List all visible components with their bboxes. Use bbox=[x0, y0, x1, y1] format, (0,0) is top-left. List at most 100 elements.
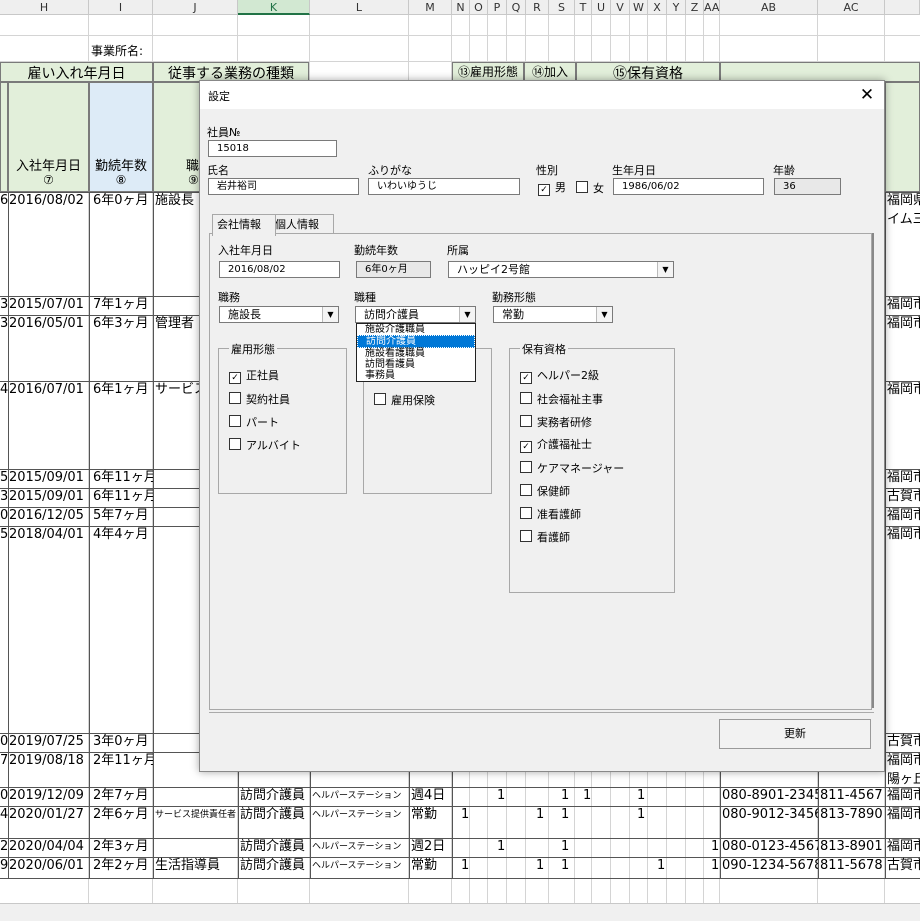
table-cell[interactable]: 古賀市 bbox=[887, 732, 920, 752]
chevron-down-icon[interactable]: ▼ bbox=[322, 307, 338, 322]
flag-cell[interactable]: 1 bbox=[711, 856, 719, 876]
dropdown-option[interactable]: 施設介護職員 bbox=[357, 324, 475, 335]
table-cell[interactable]: 週2日 bbox=[411, 837, 451, 857]
dialog-titlebar[interactable]: 設定 ✕ bbox=[200, 81, 884, 109]
table-cell[interactable]: 4 bbox=[0, 380, 8, 400]
flag-cell[interactable]: 1 bbox=[561, 856, 569, 876]
table-cell[interactable]: 4 bbox=[0, 805, 8, 825]
table-cell[interactable]: 2019/08/18 bbox=[9, 751, 89, 771]
flag-cell[interactable]: 1 bbox=[461, 805, 469, 825]
flag-cell[interactable]: 1 bbox=[711, 837, 719, 857]
table-cell[interactable]: 福岡市 bbox=[887, 380, 920, 400]
table-cell[interactable]: 2年3ヶ月 bbox=[93, 837, 153, 857]
table-cell[interactable]: 9 bbox=[0, 856, 8, 876]
flag-cell[interactable]: 1 bbox=[637, 786, 645, 806]
table-cell[interactable]: 6年11ヶ月 bbox=[93, 468, 153, 488]
table-cell[interactable]: 訪問介護員 bbox=[240, 856, 310, 876]
table-cell[interactable]: 080-8901-2345 bbox=[722, 786, 818, 806]
column-header[interactable]: U bbox=[592, 0, 611, 15]
table-cell[interactable]: 5 bbox=[0, 525, 8, 545]
dropdown-option[interactable]: 施設看護職員 bbox=[357, 348, 475, 359]
flag-cell[interactable]: 1 bbox=[497, 786, 505, 806]
table-cell[interactable]: サービス提供責任者 bbox=[155, 805, 237, 825]
table-cell[interactable]: 2年2ヶ月 bbox=[93, 856, 153, 876]
chevron-down-icon[interactable]: ▼ bbox=[657, 262, 673, 277]
table-cell[interactable]: 2015/09/01 bbox=[9, 468, 89, 488]
flag-cell[interactable]: 1 bbox=[536, 805, 544, 825]
column-header[interactable]: T bbox=[575, 0, 592, 15]
jobtype-dropdown-list[interactable]: 施設介護職員 訪問介護員 施設看護職員 訪問看護員 事務員 bbox=[356, 323, 476, 382]
table-cell[interactable]: 090-1234-5678 bbox=[722, 856, 818, 876]
column-header[interactable]: L bbox=[310, 0, 409, 15]
table-row[interactable]: 0 2019/12/09 2年7ヶ月 訪問介護員 ヘルパーステーション 週4日 080-89… bbox=[0, 787, 920, 806]
dropdown-option[interactable]: 事務員 bbox=[357, 370, 475, 381]
column-header[interactable]: I bbox=[89, 0, 153, 15]
table-cell[interactable]: 6年11ヶ月 bbox=[93, 487, 153, 507]
column-header[interactable]: AB bbox=[720, 0, 818, 15]
column-header[interactable]: Y bbox=[667, 0, 686, 15]
qualification-option-checkbox[interactable]: ✓ 介護福祉士 bbox=[520, 438, 592, 453]
table-cell[interactable]: 2016/05/01 bbox=[9, 314, 89, 334]
flag-cell[interactable]: 1 bbox=[583, 786, 591, 806]
table-cell[interactable]: 生活指導員 bbox=[155, 856, 237, 876]
table-cell[interactable]: 常勤 bbox=[411, 856, 451, 876]
table-cell[interactable]: 2020/06/01 bbox=[9, 856, 89, 876]
table-row[interactable]: 2 2020/04/04 2年3ヶ月 訪問介護員 ヘルパーステーション 週2日 080-01… bbox=[0, 838, 920, 857]
table-cell[interactable]: 2019/12/09 bbox=[9, 786, 89, 806]
role-combo[interactable]: 施設長 ▼ bbox=[219, 306, 339, 323]
column-header[interactable]: J bbox=[153, 0, 238, 15]
table-cell[interactable]: 2016/08/02 bbox=[9, 191, 89, 211]
column-header[interactable]: X bbox=[648, 0, 667, 15]
table-cell[interactable]: 福岡市 bbox=[887, 506, 920, 526]
table-cell[interactable]: 2020/01/27 bbox=[9, 805, 89, 825]
qualification-option-checkbox[interactable]: ケアマネージャー bbox=[520, 461, 624, 475]
worktype-combo[interactable]: 常勤 ▼ bbox=[493, 306, 613, 323]
qualification-option-checkbox[interactable]: 社会福祉主事 bbox=[520, 392, 603, 406]
flag-cell[interactable]: 1 bbox=[497, 837, 505, 857]
table-cell[interactable]: 7 bbox=[0, 751, 8, 771]
table-cell[interactable]: 2020/04/04 bbox=[9, 837, 89, 857]
table-cell[interactable]: 6 bbox=[0, 191, 8, 211]
table-cell[interactable]: 5年7ヶ月 bbox=[93, 506, 153, 526]
birth-field[interactable]: 1986/06/02 bbox=[613, 178, 764, 195]
column-header[interactable]: AA bbox=[704, 0, 720, 15]
update-button[interactable]: 更新 bbox=[719, 719, 871, 749]
table-row[interactable]: 4 2020/01/27 2年6ヶ月 サービス提供責任者 訪問介護員 ヘルパーステーション… bbox=[0, 806, 920, 838]
table-cell[interactable]: 6年3ヶ月 bbox=[93, 314, 153, 334]
table-cell[interactable]: 2015/07/01 bbox=[9, 295, 89, 315]
flag-cell[interactable]: 1 bbox=[561, 837, 569, 857]
emp-no-field[interactable]: 15018 bbox=[208, 140, 337, 157]
table-cell[interactable]: 福岡市 bbox=[887, 314, 920, 334]
table-cell[interactable]: 811-5678 bbox=[820, 856, 885, 876]
table-cell[interactable]: 福岡市 bbox=[887, 786, 920, 806]
gender-male-checkbox[interactable]: ✓ 男 bbox=[538, 181, 566, 196]
column-header[interactable]: V bbox=[611, 0, 630, 15]
table-cell[interactable]: 2019/07/25 bbox=[9, 732, 89, 752]
dropdown-option[interactable]: 訪問看護員 bbox=[357, 359, 475, 370]
dept-combo[interactable]: ハッピイ2号館 ▼ bbox=[448, 261, 674, 278]
table-cell[interactable]: 2015/09/01 bbox=[9, 487, 89, 507]
chevron-down-icon[interactable]: ▼ bbox=[459, 307, 475, 322]
employment-option-checkbox[interactable]: アルバイト bbox=[229, 438, 301, 452]
table-cell[interactable]: 5 bbox=[0, 468, 8, 488]
table-cell[interactable]: 080-9012-3456 bbox=[722, 805, 818, 825]
kana-field[interactable]: いわいゆうじ bbox=[368, 178, 520, 195]
column-header[interactable]: AC bbox=[818, 0, 885, 15]
table-cell[interactable]: 3年0ヶ月 bbox=[93, 732, 153, 752]
table-cell[interactable]: 6年0ヶ月 bbox=[93, 191, 153, 211]
table-cell[interactable]: 福岡市 bbox=[887, 837, 920, 857]
table-cell[interactable]: ヘルパーステーション bbox=[312, 856, 409, 876]
flag-cell[interactable]: 1 bbox=[536, 856, 544, 876]
table-cell[interactable]: ヘルパーステーション bbox=[312, 805, 409, 825]
dropdown-option[interactable]: 訪問介護員 bbox=[357, 335, 475, 348]
employment-option-checkbox[interactable]: パート bbox=[229, 415, 279, 429]
table-cell[interactable]: 813-8901 bbox=[820, 837, 885, 857]
column-header[interactable]: S bbox=[549, 0, 575, 15]
chevron-down-icon[interactable]: ▼ bbox=[596, 307, 612, 322]
flag-cell[interactable]: 1 bbox=[637, 805, 645, 825]
column-header[interactable]: R bbox=[526, 0, 549, 15]
table-cell[interactable]: 2年6ヶ月 bbox=[93, 805, 153, 825]
tab-personal-info[interactable]: 個人情報 bbox=[270, 214, 334, 234]
employment-option-checkbox[interactable]: ✓ 正社員 bbox=[229, 369, 279, 384]
qualification-option-checkbox[interactable]: 実務者研修 bbox=[520, 415, 592, 429]
